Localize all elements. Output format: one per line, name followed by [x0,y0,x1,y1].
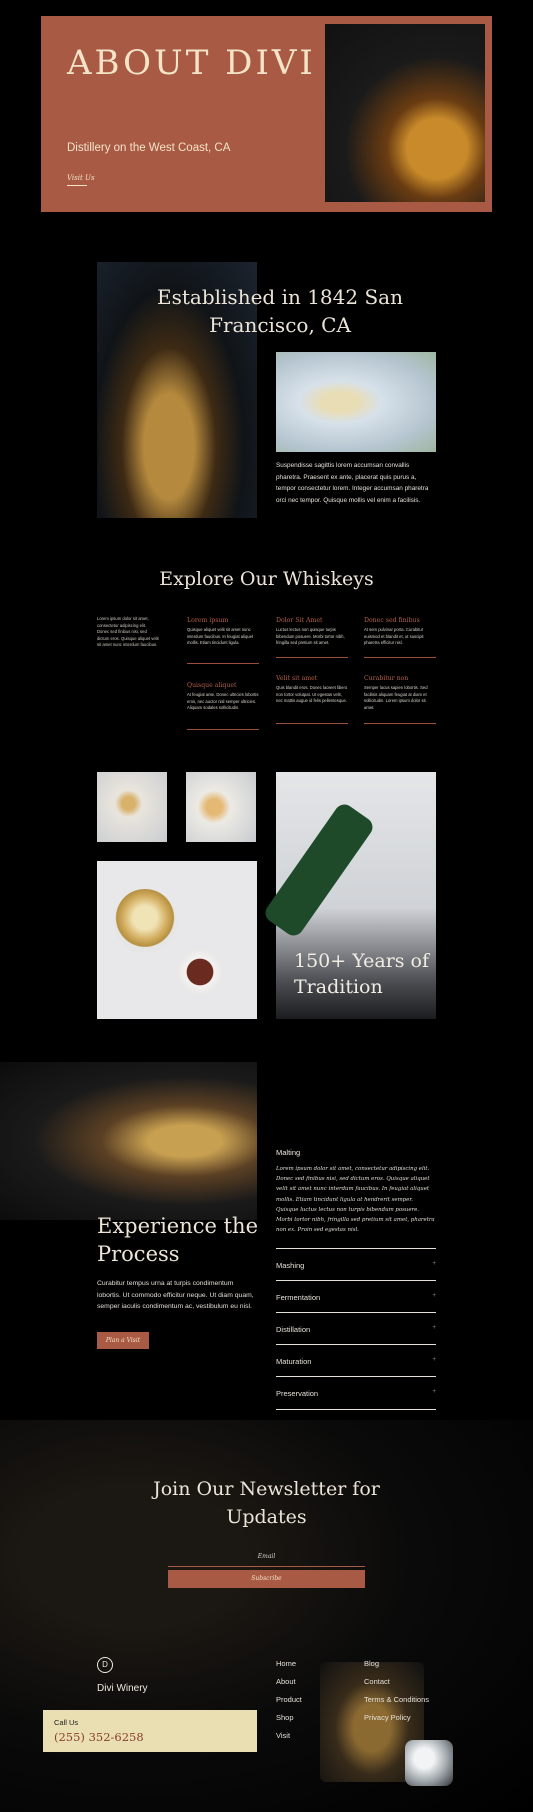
whiskey-glass-photo [325,24,485,202]
logo-icon[interactable]: D [97,1657,113,1673]
whiskey-on-ice-photo [0,1062,257,1220]
footer-link-blog[interactable]: Blog [364,1659,379,1668]
divider [276,723,348,724]
gallery-photo [97,772,167,842]
accordion-label: Preservation [276,1389,319,1398]
hero-subtitle: Distillery on the West Coast, CA [67,142,231,154]
plus-icon: + [432,1325,436,1331]
footer-link-visit[interactable]: Visit [276,1731,290,1740]
whiskey-item-heading: Curabitur non [364,675,409,682]
footer-link-home[interactable]: Home [276,1659,296,1668]
accordion-label: Fermentation [276,1293,321,1302]
divider [187,663,259,664]
accordion-label: Distillation [276,1325,311,1334]
footer-link-privacy[interactable]: Privacy Policy [364,1713,411,1722]
link-underline [67,185,87,186]
whiskey-item-text: Luctus lectus non quisque turpis bibendu… [276,627,345,645]
page-title: ABOUT DIVI [67,43,316,83]
whiskey-item: Velit sit amet Quis blandit eros. Donec … [276,675,348,724]
whiskey-item: Dolor Sit Amet Luctus lectus non quisque… [276,617,348,658]
whiskey-and-almonds-photo [97,861,257,1019]
visit-us-link[interactable]: Visit Us [67,174,95,182]
email-underline [168,1566,365,1567]
explore-intro: Lorem ipsum dolor sit amet, consectetur … [97,616,159,648]
bottle-shape [261,800,377,940]
call-us-label: Call Us [54,1718,79,1727]
whiskey-item-heading: Dolor Sit Amet [276,617,323,624]
bottle-photo: 150+ Years of Tradition [261,772,436,1019]
gallery-photo [186,772,256,842]
explore-title: Explore Our Whiskeys [159,568,374,590]
whiskey-item-heading: Quisque aliquet [187,682,237,689]
plus-icon: + [432,1261,436,1267]
divider [276,657,348,658]
whiskey-item: Lorem ipsum Quisque aliquet velit sit am… [187,617,259,664]
divider [187,729,259,730]
malting-text: Lorem ipsum dolor sit amet, consectetur … [276,1166,435,1234]
ice-cube-photo [405,1740,453,1786]
almond-bowl-shape [177,949,223,995]
accordion-maturation[interactable]: Maturation + [276,1344,436,1377]
plus-icon: + [432,1389,436,1395]
footer-link-contact[interactable]: Contact [364,1677,390,1686]
process-title: Experience the Process [97,1214,259,1266]
malting-heading: Malting [276,1148,301,1157]
hero-section: ABOUT DIVI Distillery on the West Coast,… [41,16,492,212]
whiskey-item-heading: Velit sit amet [276,675,318,682]
plus-icon: + [432,1293,436,1299]
plan-visit-button[interactable]: Plan a Visit [97,1332,149,1349]
established-text: Suspendisse sagittis lorem accumsan conv… [276,462,429,504]
divider [364,657,436,658]
tradition-caption: 150+ Years of Tradition [294,950,430,998]
glass-shape [113,889,177,953]
newsletter-title: Join Our Newsletter for Updates [153,1478,380,1528]
brand-name: Divi Winery [97,1683,148,1694]
accordion-label: Maturation [276,1357,312,1366]
glasses-on-ice-photo [276,352,436,452]
whiskey-item: Donec sed finibus At sem pulvinar porta.… [364,617,436,658]
footer-link-product[interactable]: Product [276,1695,302,1704]
whiskey-item-text: Semper lacus sapien lobortis. Sed facili… [364,685,428,710]
process-text: Curabitur tempus urna at turpis condimen… [97,1280,254,1310]
accordion-mashing[interactable]: Mashing + [276,1248,436,1281]
established-title: Established in 1842 San Francisco, CA [157,285,403,337]
plus-icon: + [432,1357,436,1363]
footer-link-about[interactable]: About [276,1677,296,1686]
whiskey-item-text: Quisque aliquet velit sit amet nunc inte… [187,627,254,645]
whiskey-item-text: Quis blandit eros. Donec laoreet libero … [276,685,348,703]
whiskey-item-text: At sem pulvinar porta. Curabitur euismod… [364,627,424,645]
footer-link-shop[interactable]: Shop [276,1713,294,1722]
subscribe-button[interactable]: Subscribe [168,1570,365,1588]
whiskey-item: Curabitur non Semper lacus sapien lobort… [364,675,436,724]
accordion-fermentation[interactable]: Fermentation + [276,1280,436,1313]
divider [364,723,436,724]
accordion-distillation[interactable]: Distillation + [276,1312,436,1345]
whiskey-item-heading: Donec sed finibus [364,617,420,624]
phone-number[interactable]: (255) 352-6258 [54,1730,144,1744]
email-field[interactable]: Email [168,1553,365,1560]
accordion-label: Mashing [276,1261,305,1270]
whiskey-item-text: At feugiat ante. Donec ultricies loborti… [187,692,259,710]
accordion-preservation[interactable]: Preservation + [276,1376,436,1410]
footer-link-terms[interactable]: Terms & Conditions [364,1695,429,1704]
whiskey-item-heading: Lorem ipsum [187,617,229,624]
whiskey-item: Quisque aliquet At feugiat ante. Donec u… [187,682,259,730]
